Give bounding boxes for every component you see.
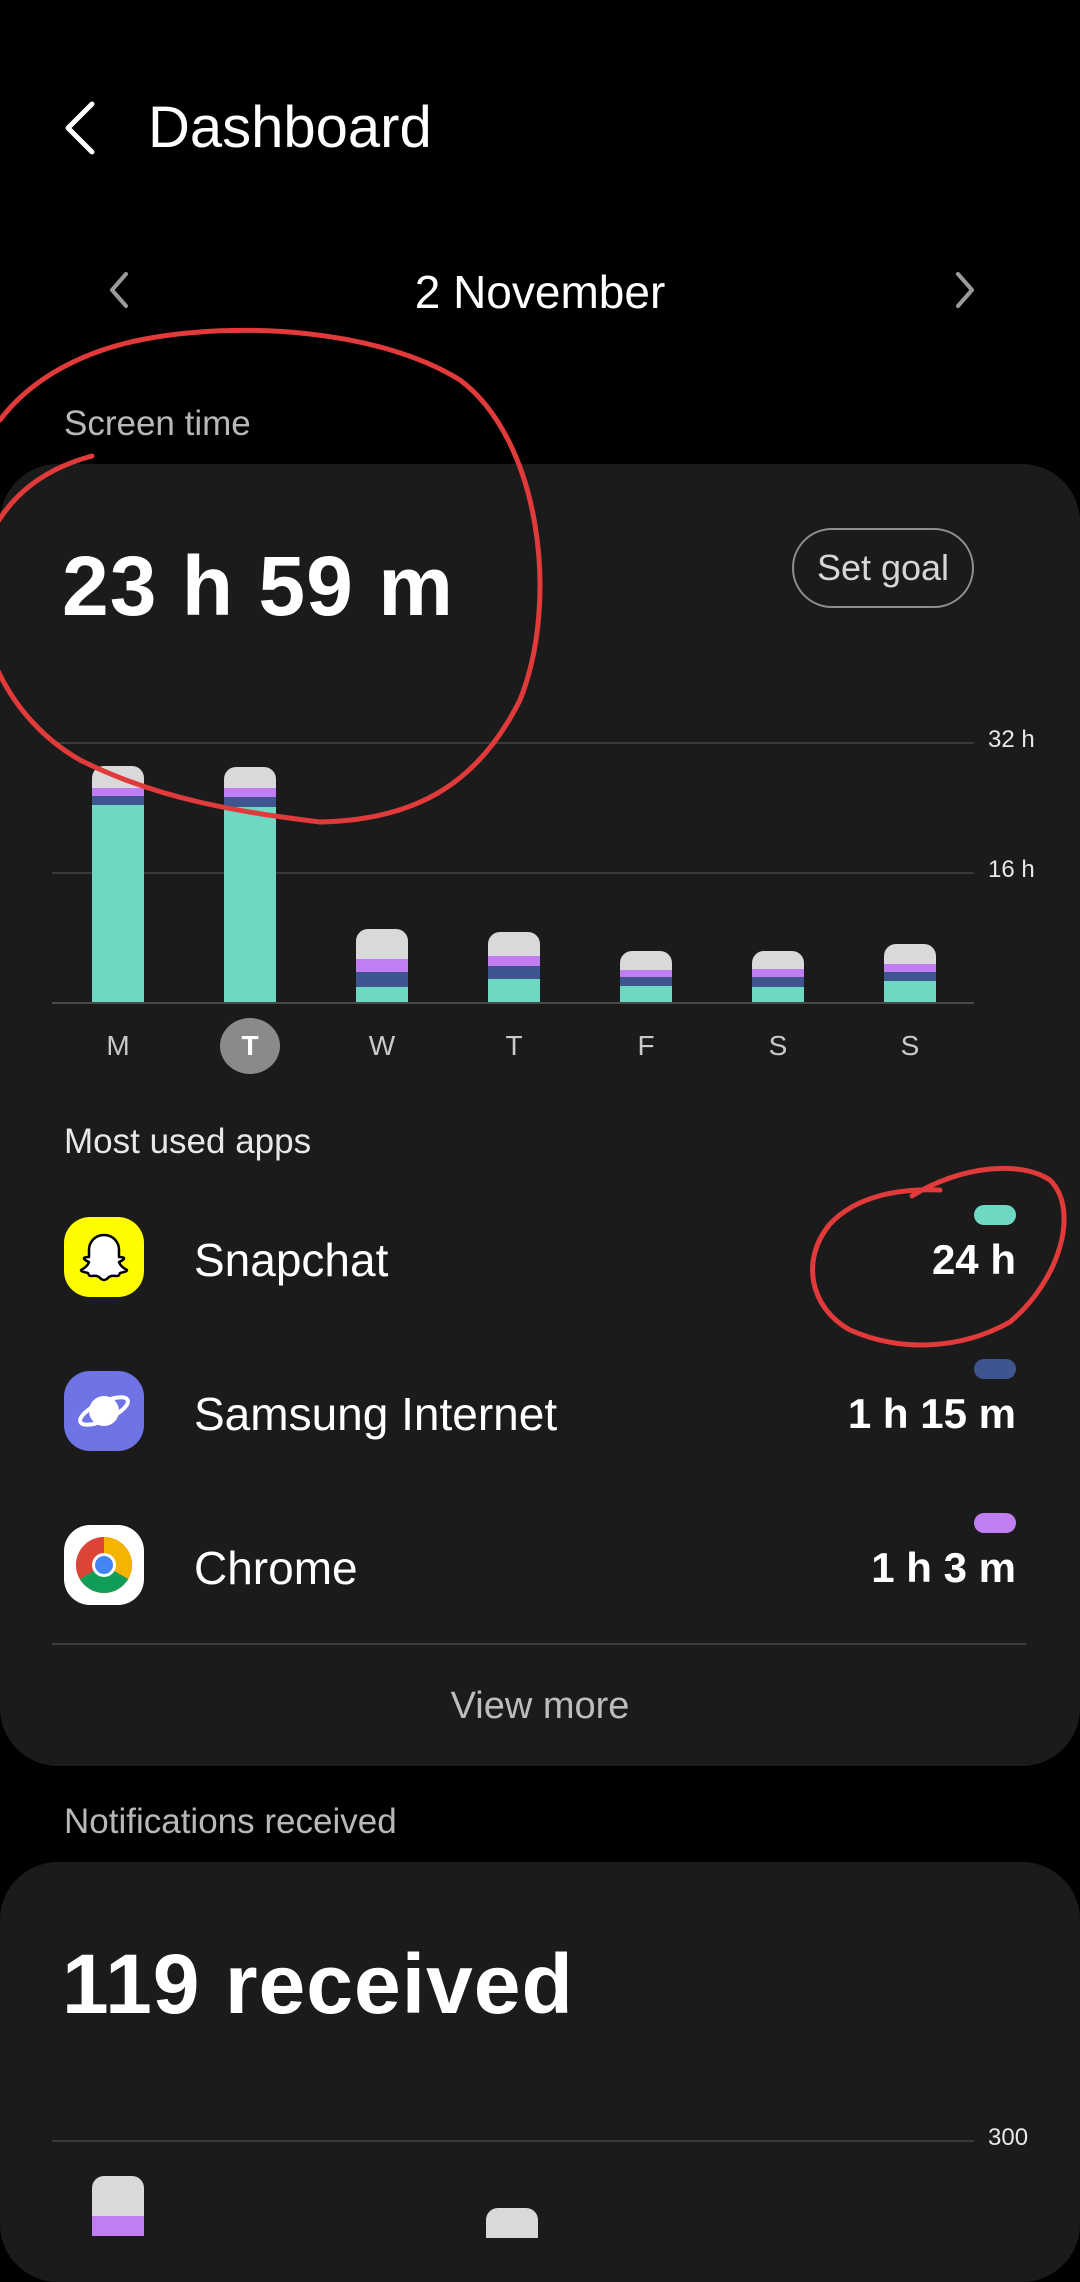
set-goal-button[interactable]: Set goal: [792, 528, 974, 608]
divider: [52, 1643, 1026, 1645]
bar-segment-other: [92, 766, 144, 788]
bar-segment-chrome: [620, 969, 672, 977]
bar-segment-snapchat: [488, 979, 540, 1002]
weekday-label[interactable]: F: [616, 1018, 676, 1074]
app-color-swatch: [974, 1359, 1016, 1379]
notif-bar-thursday: [486, 2208, 538, 2238]
bar-segment-samsung-internet: [92, 796, 144, 805]
bar-segment-snapchat: [884, 980, 936, 1002]
date-label: 2 November: [414, 266, 666, 318]
weekday-label[interactable]: T: [220, 1018, 280, 1074]
bar-segment-chrome: [92, 787, 144, 796]
bar-0[interactable]: [92, 766, 144, 1002]
gridline-mid: [52, 872, 974, 874]
notif-gridline-max: [52, 2140, 974, 2142]
notifications-card: [0, 1862, 1080, 2282]
chevron-left-icon: [110, 272, 128, 308]
next-day-button[interactable]: [944, 268, 984, 312]
bar-segment-chrome: [752, 968, 804, 977]
bar-segment-samsung-internet: [356, 971, 408, 987]
back-button[interactable]: [58, 98, 108, 158]
chevron-left-icon: [65, 101, 95, 155]
screen-time-total: 23 h 59 m: [62, 539, 454, 633]
weekday-label[interactable]: S: [748, 1018, 808, 1074]
bar-segment-other: [356, 929, 408, 959]
bar-segment-samsung-internet: [884, 971, 936, 981]
app-color-swatch: [974, 1513, 1016, 1533]
most-used-apps-label: Most used apps: [64, 1122, 312, 1161]
page-title: Dashboard: [148, 95, 432, 160]
bar-segment-samsung-internet: [488, 966, 540, 980]
screen-time-section-label: Screen time: [64, 404, 251, 443]
bar-segment-other: [488, 932, 540, 956]
gridline-max: [52, 742, 974, 744]
snapchat-icon: [64, 1217, 144, 1297]
app-usage-time: 1 h 3 m: [871, 1544, 1016, 1591]
bar-segment-chrome: [356, 959, 408, 972]
axis-label-max: 32 h: [988, 726, 1035, 753]
bar-segment-chrome: [488, 955, 540, 967]
bar-segment-samsung-internet: [620, 976, 672, 986]
view-more-button[interactable]: View more: [0, 1680, 1080, 1732]
bar-segment-snapchat: [620, 985, 672, 1002]
chart-baseline: [52, 1002, 974, 1004]
bar-segment-snapchat: [224, 806, 276, 1002]
app-row-snapchat[interactable]: Snapchat 24 h: [0, 1185, 1080, 1335]
bar-segment-samsung-internet: [752, 976, 804, 987]
bar-5[interactable]: [752, 951, 804, 1002]
weekday-label[interactable]: T: [484, 1018, 544, 1074]
app-usage-time: 24 h: [931, 1236, 1016, 1283]
weekday-label[interactable]: M: [88, 1018, 148, 1074]
bar-segment-snapchat: [752, 986, 804, 1002]
bar-segment-other: [224, 767, 276, 789]
app-row-chrome[interactable]: Chrome 1 h 3 m: [0, 1493, 1080, 1643]
chrome-icon: [64, 1525, 144, 1605]
notif-axis-label-max: 300: [988, 2124, 1029, 2151]
app-name: Snapchat: [194, 1234, 389, 1286]
bar-segment-other: [620, 951, 672, 970]
notifications-section-label: Notifications received: [64, 1802, 397, 1841]
chevron-right-icon: [956, 272, 974, 308]
axis-label-mid: 16 h: [988, 856, 1035, 883]
bar-segment-snapchat: [92, 804, 144, 1002]
bar-4[interactable]: [620, 951, 672, 1002]
bar-2[interactable]: [356, 929, 408, 1002]
bar-segment-chrome: [884, 963, 936, 972]
notif-bar-monday: [92, 2176, 144, 2236]
samsung-internet-icon: [64, 1371, 144, 1451]
app-row-samsung-internet[interactable]: Samsung Internet 1 h 15 m: [0, 1339, 1080, 1489]
app-name: Chrome: [194, 1542, 358, 1594]
bar-segment-chrome: [224, 788, 276, 797]
bar-segment-other: [884, 944, 936, 964]
app-usage-time: 1 h 15 m: [847, 1390, 1016, 1437]
weekday-label[interactable]: W: [352, 1018, 412, 1074]
app-color-swatch: [974, 1205, 1016, 1225]
bar-segment-samsung-internet: [224, 796, 276, 807]
weekday-label[interactable]: S: [880, 1018, 940, 1074]
app-name: Samsung Internet: [194, 1388, 558, 1440]
notifications-total: 119 received: [62, 1937, 574, 2031]
bar-6[interactable]: [884, 944, 936, 1002]
bar-3[interactable]: [488, 932, 540, 1002]
bar-1[interactable]: [224, 767, 276, 1002]
bar-segment-other: [752, 951, 804, 969]
bar-segment-snapchat: [356, 986, 408, 1002]
previous-day-button[interactable]: [100, 268, 140, 312]
